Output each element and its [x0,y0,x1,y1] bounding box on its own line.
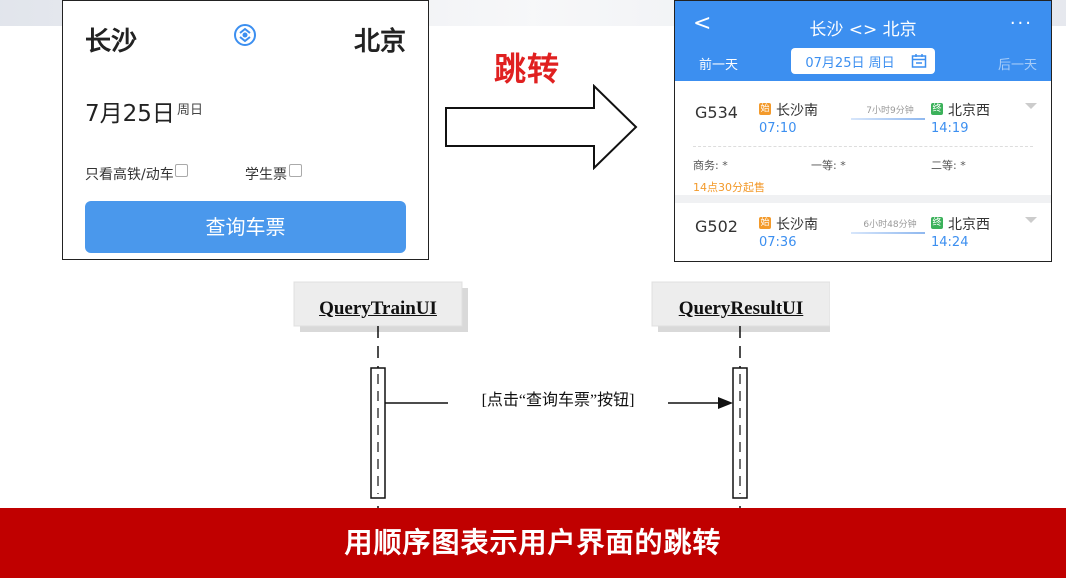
result-header: < 长沙 <> 北京 ··· 前一天 07月25日 周日 后一天 [675,1,1051,81]
depart-time: 07:36 [759,235,797,250]
travel-date[interactable]: 7月25日 [85,94,175,128]
chevron-down-icon[interactable] [1025,217,1037,223]
start-station-badge: 始 [759,103,771,115]
swap-cities-icon[interactable] [231,21,259,49]
high-speed-only-label: 只看高铁/动车 [85,167,174,183]
seat-business: 商务: * [693,159,728,172]
start-station-badge: 始 [759,217,771,229]
to-city[interactable]: 北京 [354,21,406,58]
student-ticket-label: 学生票 [245,167,287,183]
query-tickets-button[interactable]: 查询车票 [85,201,406,253]
more-icon[interactable]: ··· [1010,13,1033,34]
object-query-train-ui: QueryTrainUI [319,298,437,319]
row-gap [675,195,1051,203]
row-divider [693,146,1033,147]
travel-weekday: 周日 [177,103,204,118]
from-city[interactable]: 长沙 [85,21,137,58]
prev-day-button[interactable]: 前一天 [699,54,738,73]
chevron-down-icon[interactable] [1025,103,1037,109]
student-ticket-checkbox[interactable] [289,164,302,177]
seat-first-class: 一等: * [811,159,846,172]
object-query-result-ui: QueryResultUI [678,298,804,319]
sale-time-note: 14点30分起售 [693,181,765,194]
route-title: 长沙 <> 北京 [809,20,917,40]
train-number: G534 [695,103,738,122]
arrive-time: 14:24 [931,235,969,250]
calendar-icon [911,54,927,68]
duration-line [851,118,925,120]
to-station: 北京西 [948,103,990,119]
message-arrowhead-icon [718,397,733,409]
next-day-button[interactable]: 后一天 [998,54,1037,73]
banner-caption: 用顺序图表示用户界面的跳转 [344,526,722,559]
message-label: [点击“查询车票”按钮] [448,386,668,410]
arrive-time: 14:19 [931,121,969,136]
duration-line [851,232,925,234]
travel-duration: 6小时48分钟 [863,220,917,230]
train-number: G502 [695,217,738,236]
big-right-arrow-icon [445,84,638,170]
to-station: 北京西 [948,217,990,233]
selected-date: 07月25日 周日 [805,56,895,71]
high-speed-only-checkbox[interactable] [175,164,188,177]
end-station-badge: 终 [931,103,943,115]
depart-time: 07:10 [759,121,797,136]
seat-second-class: 二等: * [931,159,966,172]
from-station: 长沙南 [776,217,818,233]
travel-duration: 7小时9分钟 [866,106,914,116]
query-result-screen: < 长沙 <> 北京 ··· 前一天 07月25日 周日 后一天 G534 始 … [674,0,1052,262]
end-station-badge: 终 [931,217,943,229]
query-train-screen: 长沙 北京 7月25日 周日 只看高铁/动车 学生票 查询车票 [62,0,429,260]
date-picker[interactable]: 07月25日 周日 [791,48,935,74]
bottom-banner: 用顺序图表示用户界面的跳转 [0,508,1066,578]
from-station: 长沙南 [776,103,818,119]
